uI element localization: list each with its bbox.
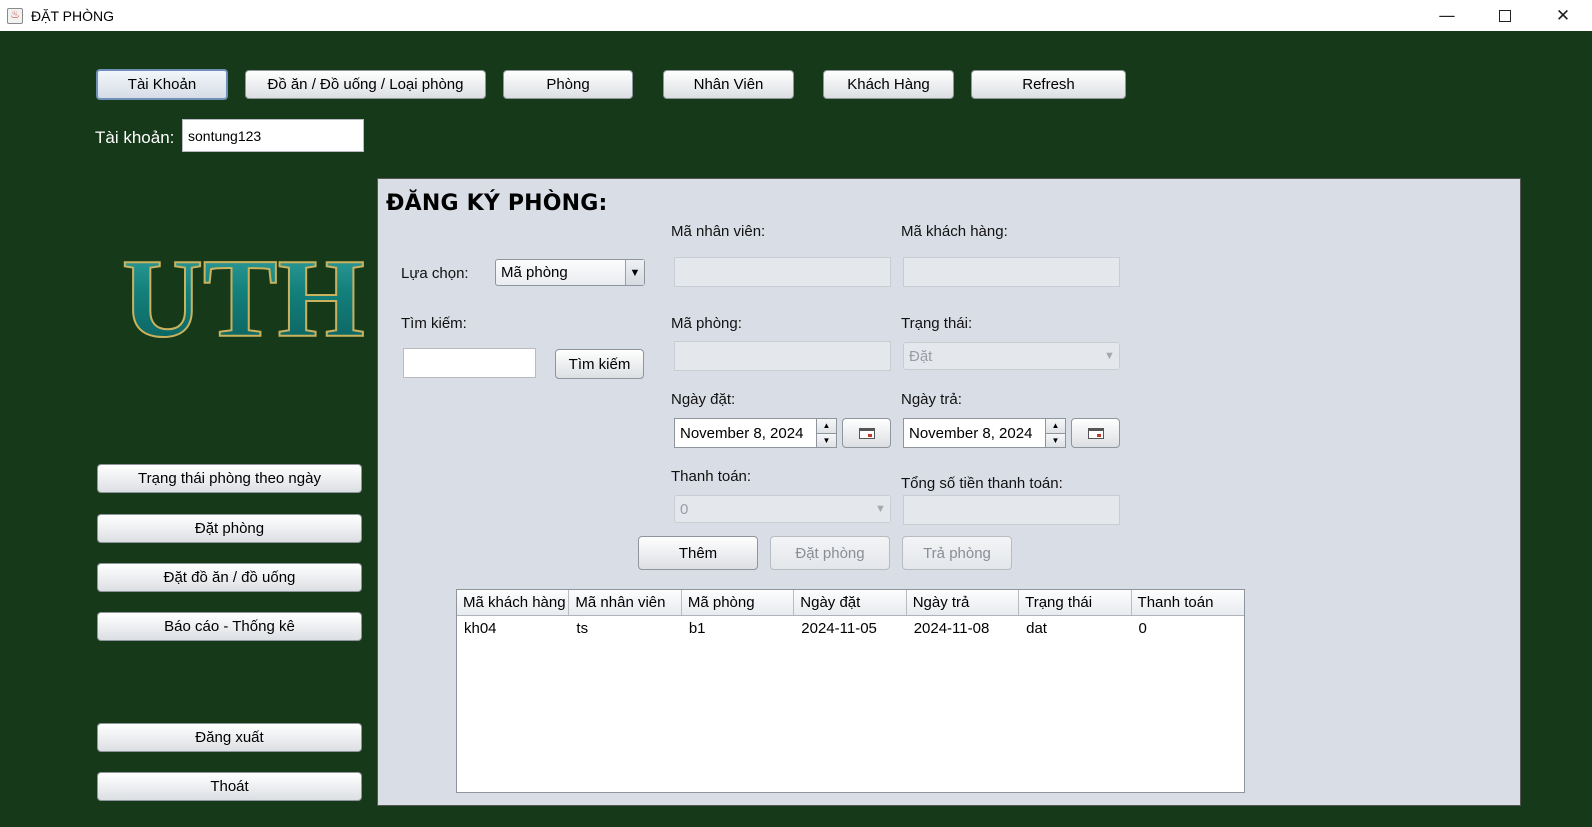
column-header[interactable]: Ngày trả [907,590,1020,615]
book-room-button: Đặt phòng [770,536,890,570]
java-app-icon: ♨ [7,7,23,24]
total-label: Tổng số tiền thanh toán: [901,475,1063,492]
customer-id-field [903,257,1120,287]
nav-account-button[interactable]: Tài Khoản [96,69,228,100]
chevron-down-icon: ▼ [625,260,644,285]
return-date-calendar-button[interactable] [1071,418,1120,448]
spin-down-icon[interactable]: ▼ [817,433,836,447]
search-button[interactable]: Tìm kiếm [555,349,644,379]
logo-text: UTH [122,244,365,348]
chevron-down-icon: ▼ [871,496,890,522]
room-registration-panel: ĐĂNG KÝ PHÒNG: Lựa chọn: Mã phòng ▼ Tìm … [377,178,1521,806]
payment-value: 0 [680,500,689,518]
table-cell[interactable]: ts [569,616,681,640]
table-cell[interactable]: kh04 [457,616,569,640]
minimize-icon: — [1438,5,1456,26]
status-label: Trạng thái: [901,315,973,332]
booking-date-label: Ngày đặt: [671,391,736,408]
table-row[interactable]: kh04 ts b1 2024-11-05 2024-11-08 dat 0 [457,616,1244,640]
nav-room-button[interactable]: Phòng [503,70,633,99]
close-icon: ✕ [1555,5,1571,26]
window-controls: — ✕ [1418,0,1592,31]
table-cell[interactable]: 0 [1132,616,1244,640]
sidebar-book-room-button[interactable]: Đặt phòng [97,514,362,543]
maximize-button[interactable] [1476,0,1534,31]
table-cell[interactable]: 2024-11-05 [794,616,906,640]
return-date-value: November 8, 2024 [909,424,1033,442]
uth-logo-graphic: UTH [121,244,366,348]
payment-dropdown: 0 ▼ [674,495,891,523]
table-cell[interactable]: 2024-11-08 [907,616,1019,640]
column-header[interactable]: Ngày đặt [794,590,907,615]
return-date-spin-arrows[interactable]: ▲ ▼ [1045,419,1065,447]
search-input[interactable] [403,348,536,378]
search-label: Tìm kiếm: [401,315,467,332]
choice-value: Mã phòng [501,264,568,281]
booking-date-spinner[interactable]: November 8, 2024 ▲ ▼ [674,418,837,448]
window-title: ĐẶT PHÒNG [31,7,114,24]
table-header: Mã khách hàng Mã nhân viên Mã phòng Ngày… [457,590,1244,616]
uth-logo: UTH [118,244,366,348]
choice-dropdown[interactable]: Mã phòng ▼ [495,259,645,286]
close-window-button[interactable]: ✕ [1534,0,1592,31]
minimize-button[interactable]: — [1418,0,1476,31]
calendar-icon [1087,427,1104,439]
nav-food-drink-roomtype-button[interactable]: Đồ ăn / Đồ uống / Loại phòng [245,70,486,99]
calendar-icon [858,427,875,439]
exit-button[interactable]: Thoát [97,772,362,801]
choice-label: Lựa chọn: [401,265,469,282]
nav-employee-button[interactable]: Nhân Viên [663,70,794,99]
booking-date-value: November 8, 2024 [680,424,804,442]
maximize-icon [1499,9,1511,22]
column-header[interactable]: Mã khách hàng [457,590,570,615]
room-id-label: Mã phòng: [671,315,742,332]
employee-id-label: Mã nhân viên: [671,223,766,240]
status-value: Đặt [909,347,933,365]
booking-date-spin-arrows[interactable]: ▲ ▼ [816,419,836,447]
employee-id-field [674,257,891,287]
spin-up-icon[interactable]: ▲ [817,419,836,434]
spin-up-icon[interactable]: ▲ [1046,419,1065,434]
account-label: Tài khoản: [95,128,175,147]
table-cell[interactable]: b1 [682,616,794,640]
table-body: kh04 ts b1 2024-11-05 2024-11-08 dat 0 [457,616,1244,792]
sidebar-order-food-drink-button[interactable]: Đặt đồ ăn / đồ uống [97,563,362,592]
column-header[interactable]: Mã nhân viên [569,590,682,615]
sidebar-report-statistics-button[interactable]: Báo cáo - Thống kê [97,612,362,641]
status-dropdown: Đặt ▼ [903,342,1120,370]
column-header[interactable]: Trạng thái [1019,590,1132,615]
title-bar: ♨ ĐẶT PHÒNG — ✕ [0,0,1592,31]
room-id-field [674,341,891,371]
account-field[interactable]: sontung123 [182,119,364,152]
column-header[interactable]: Thanh toán [1132,590,1244,615]
panel-title: ĐĂNG KÝ PHÒNG: [386,191,608,216]
total-field [903,495,1120,525]
logout-button[interactable]: Đăng xuất [97,723,362,752]
return-date-label: Ngày trả: [901,391,962,408]
return-date-spinner[interactable]: November 8, 2024 ▲ ▼ [903,418,1066,448]
booking-date-calendar-button[interactable] [842,418,891,448]
booking-table: Mã khách hàng Mã nhân viên Mã phòng Ngày… [456,589,1245,793]
add-button[interactable]: Thêm [638,536,758,570]
chevron-down-icon: ▼ [1100,343,1119,369]
column-header[interactable]: Mã phòng [682,590,795,615]
payment-label: Thanh toán: [671,468,752,485]
sidebar-room-status-by-date-button[interactable]: Trạng thái phòng theo ngày [97,464,362,493]
customer-id-label: Mã khách hàng: [901,223,1008,240]
return-room-button: Trả phòng [902,536,1012,570]
table-cell[interactable]: dat [1019,616,1131,640]
nav-refresh-button[interactable]: Refresh [971,70,1126,99]
spin-down-icon[interactable]: ▼ [1046,433,1065,447]
nav-customer-button[interactable]: Khách Hàng [823,70,954,99]
